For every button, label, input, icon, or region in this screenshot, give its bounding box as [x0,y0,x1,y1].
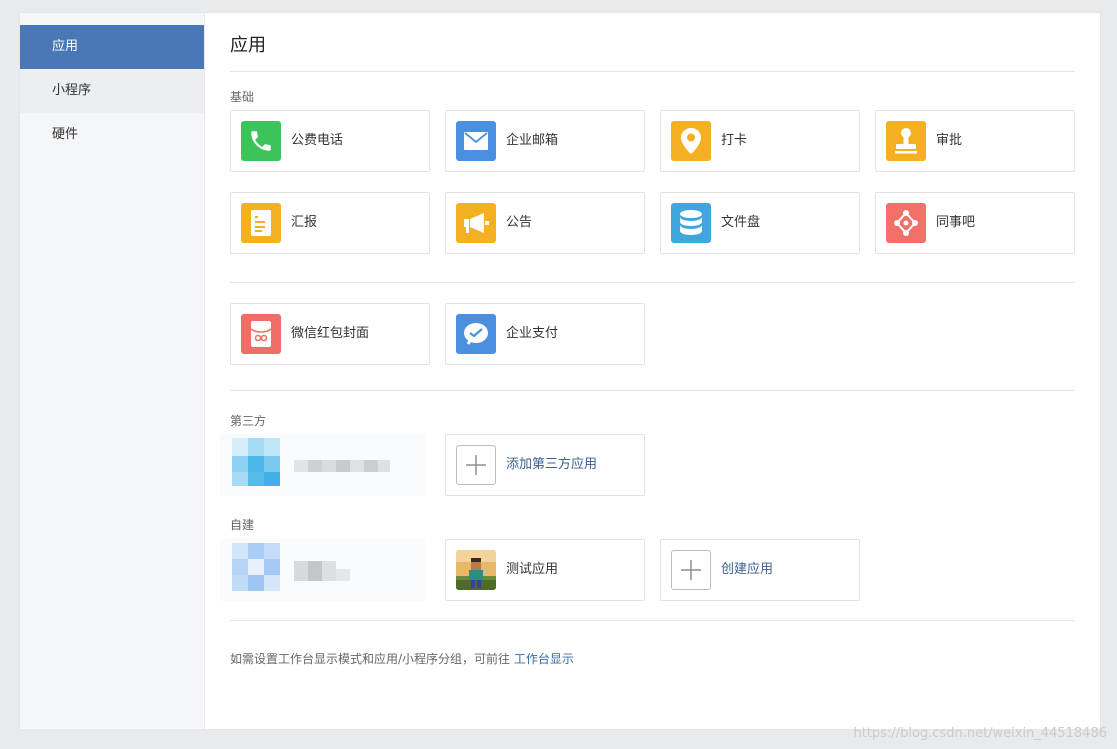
stamp-icon [886,121,926,161]
app-card-announcement[interactable]: 公告 [445,192,645,254]
sidebar-item-label: 硬件 [52,127,79,142]
create-app-button[interactable]: 创建应用 [660,539,860,601]
main-panel: 应用 小程序 硬件 应用 基础 公费电话 企业邮箱 打卡 审批 汇报 公告 文件… [20,13,1100,729]
sidebar-item-apps[interactable]: 应用 [20,25,204,69]
footer-note: 如需设置工作台显示模式和应用/小程序分组，可前往 工作台显示 [230,650,574,667]
add-third-party-app-button[interactable]: 添加第三方应用 [445,434,645,496]
app-card-file-disk[interactable]: 文件盘 [660,192,860,254]
divider [230,282,1075,283]
add-third-party-label: 添加第三方应用 [506,457,598,472]
app-label: 审批 [936,133,963,148]
divider [230,620,1075,621]
section-label-third-party: 第三方 [230,414,267,428]
section-label-custom: 自建 [230,518,255,532]
page-title: 应用 [230,35,266,56]
app-card-enterprise-mail[interactable]: 企业邮箱 [445,110,645,172]
divider [230,71,1075,72]
app-card-check-in[interactable]: 打卡 [660,110,860,172]
red-envelope-icon [241,314,281,354]
create-app-label: 创建应用 [721,562,774,577]
megaphone-icon [456,203,496,243]
payment-check-icon [456,314,496,354]
network-nodes-icon [886,203,926,243]
game-character-icon [456,550,496,590]
app-label: 同事吧 [936,215,976,230]
app-card-public-phone[interactable]: 公费电话 [230,110,430,172]
app-card-test-app[interactable]: 测试应用 [445,539,645,601]
sidebar: 应用 小程序 硬件 [20,13,205,729]
report-document-icon [241,203,281,243]
app-label: 公费电话 [291,133,344,148]
sidebar-item-label: 小程序 [52,83,92,98]
app-label: 微信红包封面 [291,326,370,341]
app-label: 测试应用 [506,562,559,577]
app-card-report[interactable]: 汇报 [230,192,430,254]
section-label-basic: 基础 [230,90,255,104]
sidebar-item-hardware[interactable]: 硬件 [20,113,204,157]
app-card-wechat-red-envelope[interactable]: 微信红包封面 [230,303,430,365]
app-card-approval[interactable]: 审批 [875,110,1075,172]
phone-icon [241,121,281,161]
sidebar-item-mini-programs[interactable]: 小程序 [20,69,204,113]
mail-icon [456,121,496,161]
third-party-app-card-blurred[interactable] [220,434,425,496]
workbench-display-link[interactable]: 工作台显示 [514,652,574,666]
app-label: 打卡 [721,133,748,148]
app-label: 公告 [506,215,533,230]
app-label: 汇报 [291,215,318,230]
app-label: 文件盘 [721,215,761,230]
footer-text: 如需设置工作台显示模式和应用/小程序分组，可前往 [230,652,511,666]
app-card-colleague-bar[interactable]: 同事吧 [875,192,1075,254]
location-pin-icon [671,121,711,161]
watermark: https://blog.csdn.net/weixin_44518486 [853,726,1107,741]
plus-icon [671,550,711,590]
plus-icon [456,445,496,485]
app-card-enterprise-payment[interactable]: 企业支付 [445,303,645,365]
app-label: 企业支付 [506,326,559,341]
custom-app-card-blurred[interactable] [220,539,425,601]
app-label: 企业邮箱 [506,133,559,148]
sidebar-item-label: 应用 [52,39,79,54]
main-content: 应用 基础 公费电话 企业邮箱 打卡 审批 汇报 公告 文件盘 同事吧 微信红包… [205,13,1100,729]
divider [230,390,1075,391]
database-disk-icon [671,203,711,243]
